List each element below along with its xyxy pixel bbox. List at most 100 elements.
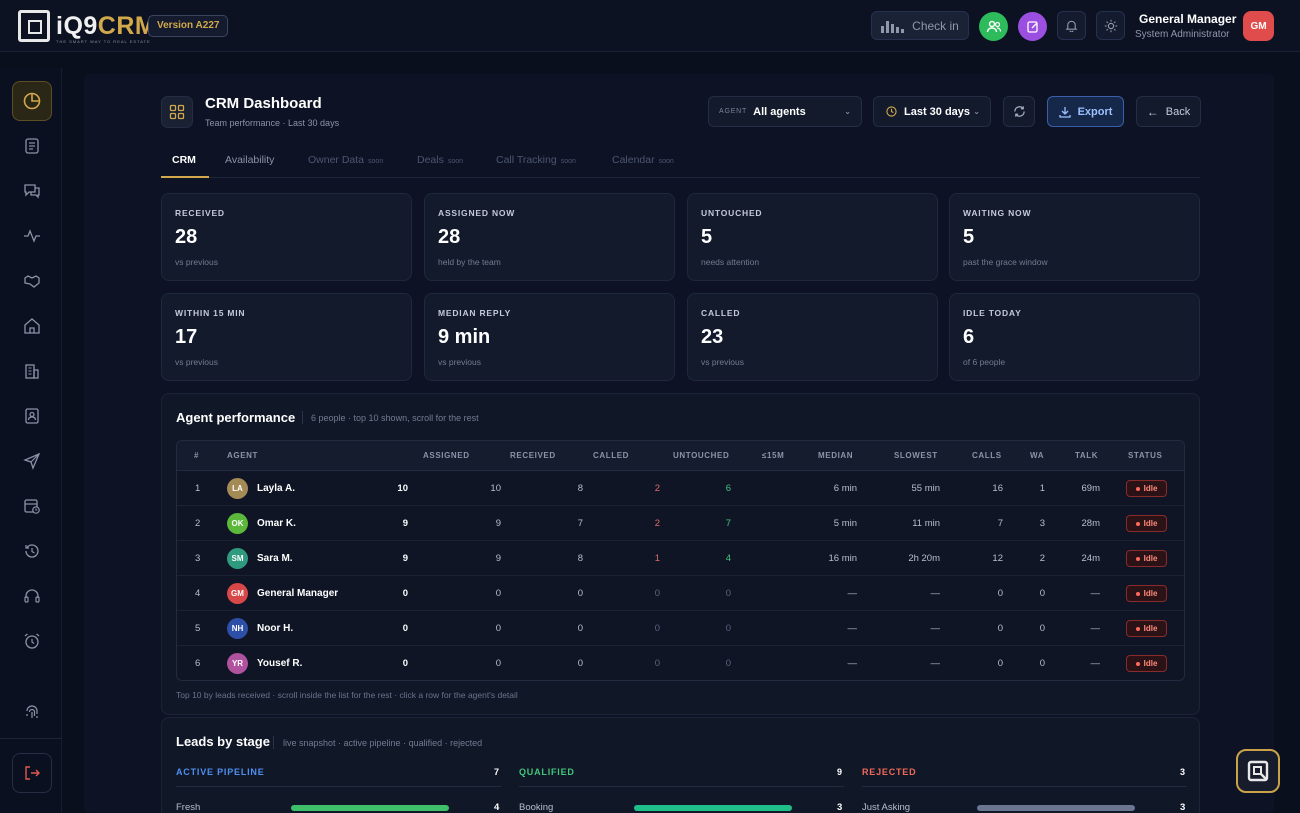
cell-received: 9 [495, 553, 501, 564]
bell-icon[interactable] [1057, 11, 1086, 40]
table-row[interactable]: 2 OK Omar K. 9 9 7 2 7 5 min 11 min 7 3 28m Idle [177, 506, 1184, 541]
col-header[interactable]: RECEIVED [510, 451, 556, 460]
back-button[interactable]: ← Back [1136, 96, 1201, 127]
sidebar-item-chat[interactable] [12, 171, 52, 211]
history-icon [25, 544, 39, 558]
date-range-select[interactable]: Last 30 days ⌄ [873, 96, 991, 127]
kpi-card-received: RECEIVED 28 vs previous [161, 193, 412, 281]
tab-owner-data[interactable]: Owner Data soon [308, 154, 383, 166]
chevron-down-icon: ⌄ [844, 107, 851, 116]
agent-filter-select[interactable]: AGENT All agents ⌄ [708, 96, 862, 127]
col-header[interactable]: WA [1030, 451, 1044, 460]
stage-name[interactable]: Just Asking [862, 802, 910, 813]
cell-median: — [847, 658, 858, 669]
brand-name-part1: iQ9 [56, 12, 98, 40]
sidebar-item-history[interactable] [12, 531, 52, 571]
tab-call-tracking[interactable]: Call Tracking soon [496, 154, 576, 166]
stage-group-count: 3 [1180, 767, 1186, 777]
cell-untouched: 0 [654, 623, 660, 634]
col-header[interactable]: ≤15M [762, 451, 784, 460]
col-header[interactable]: TALK [1075, 451, 1098, 460]
user-avatar[interactable]: GM [1243, 11, 1274, 41]
agent-performance-subtitle: 6 people · top 10 shown, scroll for the … [311, 413, 479, 423]
assistant-fab-button[interactable] [1236, 749, 1280, 793]
tab-availability[interactable]: Availability [225, 154, 274, 166]
stage-group-count: 9 [837, 767, 843, 777]
tab-crm[interactable]: CRM [172, 154, 196, 166]
sidebar-item-home[interactable] [12, 306, 52, 346]
col-header[interactable]: ASSIGNED [423, 451, 470, 460]
cell-assigned: 0 [402, 588, 408, 599]
brand-logo[interactable]: iQ9CRM THE SMART WAY TO REAL ESTATE [18, 10, 156, 44]
stage-name[interactable]: Booking [519, 802, 553, 813]
stage-value: 4 [494, 802, 500, 813]
cell-calls: 0 [997, 588, 1003, 599]
agent-avatar: OK [227, 513, 248, 534]
cell-called: 0 [577, 658, 583, 669]
cell-within: 0 [725, 658, 731, 669]
refresh-button[interactable] [1003, 96, 1035, 127]
table-row[interactable]: 5 NH Noor H. 0 0 0 0 0 — — 0 0 — Idle [177, 611, 1184, 646]
kpi-card-called: CALLED 23 vs previous [687, 293, 938, 381]
table-row[interactable]: 1 LA Layla A. 10 10 8 2 6 6 min 55 min 16 1 69m Idle [177, 471, 1184, 506]
cell-called: 0 [577, 623, 583, 634]
edit-note-icon[interactable] [1018, 12, 1047, 41]
arrow-left-icon: ← [1146, 104, 1159, 119]
export-button[interactable]: Export [1047, 96, 1124, 127]
table-row[interactable]: 4 GM General Manager 0 0 0 0 0 — — 0 0 — Idle [177, 576, 1184, 611]
sun-icon[interactable] [1096, 11, 1125, 40]
col-header[interactable]: CALLS [972, 451, 1002, 460]
sidebar-item-send[interactable] [12, 441, 52, 481]
col-header[interactable]: UNTOUCHED [673, 451, 729, 460]
ledger-icon [25, 138, 39, 154]
sidebar-item-calendar-clock[interactable] [12, 486, 52, 526]
team-icon[interactable] [979, 12, 1008, 41]
sidebar-item-headset[interactable] [12, 576, 52, 616]
tab-calendar[interactable]: Calendar soon [612, 154, 674, 166]
cell-received: 0 [495, 588, 501, 599]
col-header[interactable]: MEDIAN [818, 451, 853, 460]
agent-name[interactable]: Yousef R. [257, 658, 302, 669]
check-in-label: Check in [912, 18, 959, 33]
cell-median: 6 min [833, 483, 857, 494]
cell-talk: 24m [1081, 553, 1100, 564]
stage-name[interactable]: Fresh [176, 802, 200, 813]
sidebar-item-contacts[interactable] [12, 396, 52, 436]
sidebar-item-activity[interactable] [12, 216, 52, 256]
cell-calls: 12 [992, 553, 1003, 564]
sidebar-item-ledger[interactable] [12, 126, 52, 166]
cell-received: 9 [495, 518, 501, 529]
agent-performance-table[interactable]: # AGENT ASSIGNED RECEIVED CALLED UNTOUCH… [176, 440, 1185, 681]
col-header[interactable]: STATUS [1128, 451, 1162, 460]
sidebar-item-logout[interactable] [12, 753, 52, 793]
sidebar-item-building[interactable] [12, 351, 52, 391]
sidebar [0, 68, 62, 813]
agent-name[interactable]: General Manager [257, 588, 338, 599]
agent-performance-title: Agent performance [176, 410, 296, 425]
cell-talk: — [1090, 623, 1101, 634]
col-header[interactable]: SLOWEST [894, 451, 938, 460]
active-tab-indicator [161, 176, 209, 178]
agent-name[interactable]: Noor H. [257, 623, 293, 634]
tab-deals[interactable]: Deals soon [417, 154, 463, 166]
sidebar-item-alarm[interactable] [12, 621, 52, 661]
soon-badge: soon [560, 158, 576, 165]
agent-name[interactable]: Sara M. [257, 553, 293, 564]
agent-avatar: YR [227, 653, 248, 674]
stage-group-label: QUALIFIED [519, 767, 575, 777]
stage-bar-fill [291, 805, 449, 811]
title-divider [273, 736, 274, 749]
col-header[interactable]: # [194, 451, 199, 460]
check-in-button[interactable]: Check in [871, 11, 969, 40]
agent-name[interactable]: Layla A. [257, 483, 295, 494]
sidebar-item-fingerprint[interactable] [12, 692, 52, 732]
bars-icon [881, 19, 905, 33]
sidebar-item-handshake[interactable] [12, 261, 52, 301]
table-row[interactable]: 3 SM Sara M. 9 9 8 1 4 16 min 2h 20m 12 2 24m Idle [177, 541, 1184, 576]
agent-name[interactable]: Omar K. [257, 518, 296, 529]
sidebar-item-dashboard[interactable] [12, 81, 52, 121]
cell-received: 0 [495, 658, 501, 669]
table-row[interactable]: 6 YR Yousef R. 0 0 0 0 0 — — 0 0 — Idle [177, 646, 1184, 680]
col-header[interactable]: AGENT [227, 451, 258, 460]
col-header[interactable]: CALLED [593, 451, 629, 460]
